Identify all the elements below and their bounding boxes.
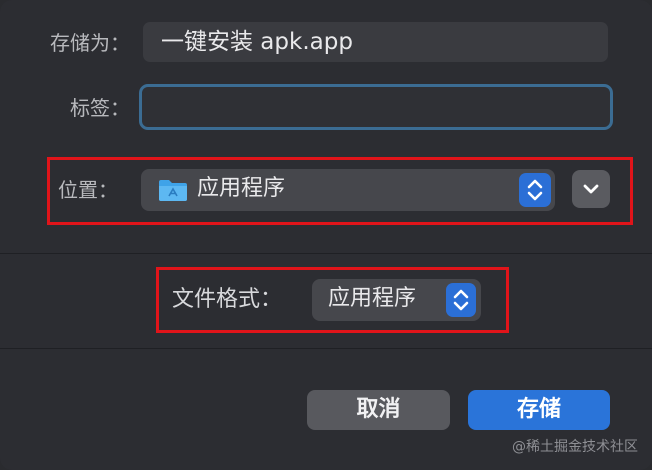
save-button[interactable]: 存储: [468, 390, 610, 430]
file-format-popup[interactable]: 应用程序: [312, 279, 481, 321]
save-dialog: 存储为： 一键安装 apk.app 标签： 位置： 应用程序 文件格式： 应用程…: [0, 0, 652, 470]
tags-field[interactable]: [139, 84, 613, 130]
watermark: @稀土掘金技术社区: [512, 439, 638, 455]
cancel-button[interactable]: 取消: [307, 390, 450, 430]
chevron-down-icon: [583, 184, 599, 194]
location-stepper-icon: [519, 173, 551, 207]
file-format-label: 文件格式：: [172, 287, 283, 312]
expand-button[interactable]: [572, 170, 610, 208]
save-as-label: 存储为：: [50, 31, 130, 55]
location-label: 位置：: [58, 178, 118, 202]
folder-icon: [159, 180, 187, 201]
location-value: 应用程序: [197, 176, 286, 201]
location-popup[interactable]: 应用程序: [141, 169, 555, 211]
save-as-input[interactable]: 一键安装 apk.app: [143, 22, 608, 62]
tags-input[interactable]: [142, 87, 610, 127]
divider-bottom: [0, 348, 652, 349]
file-format-stepper-icon: [446, 283, 476, 317]
tags-label: 标签：: [70, 96, 130, 120]
divider-top: [0, 253, 652, 254]
file-format-value: 应用程序: [328, 286, 417, 311]
